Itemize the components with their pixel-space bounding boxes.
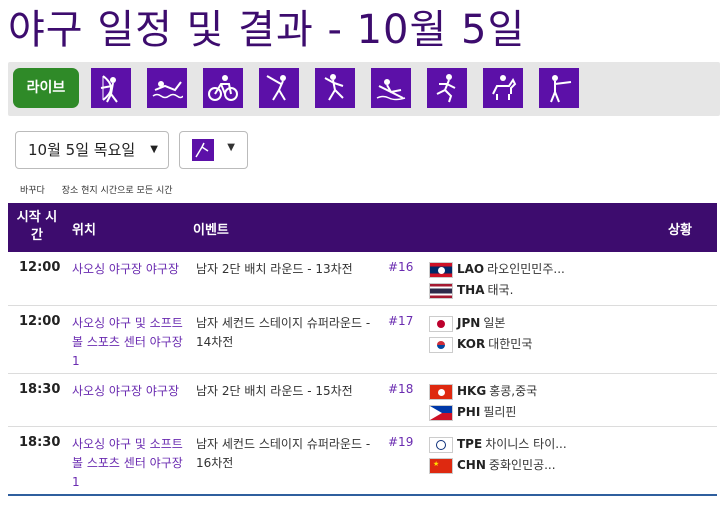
team-code: JPN [457, 316, 481, 330]
match-time: 18:30 [19, 435, 61, 450]
team-name: 차이니스 타이... [485, 437, 567, 451]
team-2[interactable]: ★ CHN 중화인민공... [429, 456, 556, 474]
cycling-icon[interactable] [203, 68, 243, 108]
match-time: 12:00 [19, 314, 61, 329]
team-1[interactable]: JPN 일본 [429, 314, 505, 332]
match-number: #16 [388, 260, 414, 274]
table-row[interactable]: 18:30 사오싱 야구 및 소프트볼 스포츠 센터 야구장 1 남자 세컨드 … [8, 427, 717, 493]
team-code: HKG [457, 384, 487, 398]
header-venue: 위치 [72, 223, 96, 238]
table-bottom-divider [8, 494, 717, 496]
match-venue[interactable]: 사오싱 야구장 야구장 [72, 260, 184, 279]
team-1[interactable]: LAO 라오인민민주... [429, 260, 565, 278]
archery-icon[interactable] [91, 68, 131, 108]
flag-kor-icon [429, 336, 453, 353]
match-venue[interactable]: 사오싱 야구 및 소프트볼 스포츠 센터 야구장 1 [72, 314, 184, 371]
match-venue[interactable]: 사오싱 야구장 야구장 [72, 382, 184, 401]
timezone-mode-label: 장소 현지 시간으로 모든 시간 [61, 186, 173, 196]
flag-jpn-icon [429, 315, 453, 332]
team-name: 일본 [483, 316, 506, 330]
team-2[interactable]: PHI 필리핀 [429, 403, 516, 421]
team-code: CHN [457, 458, 486, 472]
flag-tha-icon [429, 282, 453, 299]
schedule-table-header: 시작 시간 위치 이벤트 상황 [8, 203, 717, 252]
timezone-change-link[interactable]: 바꾸다 [20, 186, 45, 196]
chevron-down-icon: ▼ [227, 142, 235, 153]
match-event[interactable]: 남자 2단 배치 라운드 - 13차전 [196, 260, 384, 279]
athletics-icon[interactable] [427, 68, 467, 108]
team-name: 필리핀 [483, 405, 517, 419]
flag-hkg-icon [429, 383, 453, 400]
shooting-icon[interactable] [539, 68, 579, 108]
team-name: 태국. [487, 283, 514, 297]
header-event: 이벤트 [193, 223, 229, 238]
team-1[interactable]: HKG 홍콩,중국 [429, 382, 537, 400]
team-name: 중화인민공... [488, 458, 556, 472]
team-name: 라오인민민주... [487, 262, 565, 276]
match-event[interactable]: 남자 세컨드 스테이지 슈퍼라운드 - 16차전 [196, 435, 384, 473]
team-1[interactable]: TPE 차이니스 타이... [429, 435, 567, 453]
sport-dropdown[interactable]: ▼ [179, 131, 248, 169]
team-code: LAO [457, 262, 485, 276]
team-name: 홍콩,중국 [489, 384, 538, 398]
team-code: PHI [457, 405, 481, 419]
match-number: #19 [388, 435, 414, 449]
table-row[interactable]: 18:30 사오싱 야구장 야구장 남자 2단 배치 라운드 - 15차전 #1… [8, 374, 717, 427]
sport-selector-icon [192, 139, 214, 161]
flag-chn-icon: ★ [429, 457, 453, 474]
chevron-down-icon: ▼ [150, 144, 158, 155]
sport-filter-bar: 라이브 [8, 62, 720, 116]
equestrian-icon[interactable] [483, 68, 523, 108]
match-event[interactable]: 남자 세컨드 스테이지 슈퍼라운드 - 14차전 [196, 314, 384, 352]
match-time: 12:00 [19, 260, 61, 275]
header-status: 상황 [668, 223, 692, 238]
fencing-icon[interactable] [259, 68, 299, 108]
live-button[interactable]: 라이브 [13, 68, 79, 108]
match-time: 18:30 [19, 382, 61, 397]
match-number: #17 [388, 314, 414, 328]
rowing-icon[interactable] [371, 68, 411, 108]
swimming-icon[interactable] [147, 68, 187, 108]
match-number: #18 [388, 382, 414, 396]
flag-phi-icon [429, 404, 453, 421]
flag-lao-icon [429, 261, 453, 278]
match-venue[interactable]: 사오싱 야구 및 소프트볼 스포츠 센터 야구장 1 [72, 435, 184, 492]
team-2[interactable]: KOR 대한민국 [429, 335, 532, 353]
date-dropdown[interactable]: 10월 5일 목요일 ▼ [15, 131, 169, 169]
team-code: KOR [457, 337, 486, 351]
team-name: 대한민국 [488, 337, 533, 351]
table-row[interactable]: 12:00 사오싱 야구장 야구장 남자 2단 배치 라운드 - 13차전 #1… [8, 252, 717, 306]
team-code: THA [457, 283, 485, 297]
date-dropdown-value: 10월 5일 목요일 [28, 141, 136, 159]
match-event[interactable]: 남자 2단 배치 라운드 - 15차전 [196, 382, 384, 401]
gymnastics-icon[interactable] [315, 68, 355, 108]
page-title: 야구 일정 및 결과 - 10월 5일 [8, 7, 526, 53]
table-row[interactable]: 12:00 사오싱 야구 및 소프트볼 스포츠 센터 야구장 1 남자 세컨드 … [8, 306, 717, 374]
timezone-row: 바꾸다 장소 현지 시간으로 모든 시간 [20, 183, 187, 196]
header-start-time: 시작 시간 [16, 210, 58, 243]
flag-tpe-icon [429, 436, 453, 453]
team-code: TPE [457, 437, 483, 451]
team-2[interactable]: THA 태국. [429, 281, 513, 299]
